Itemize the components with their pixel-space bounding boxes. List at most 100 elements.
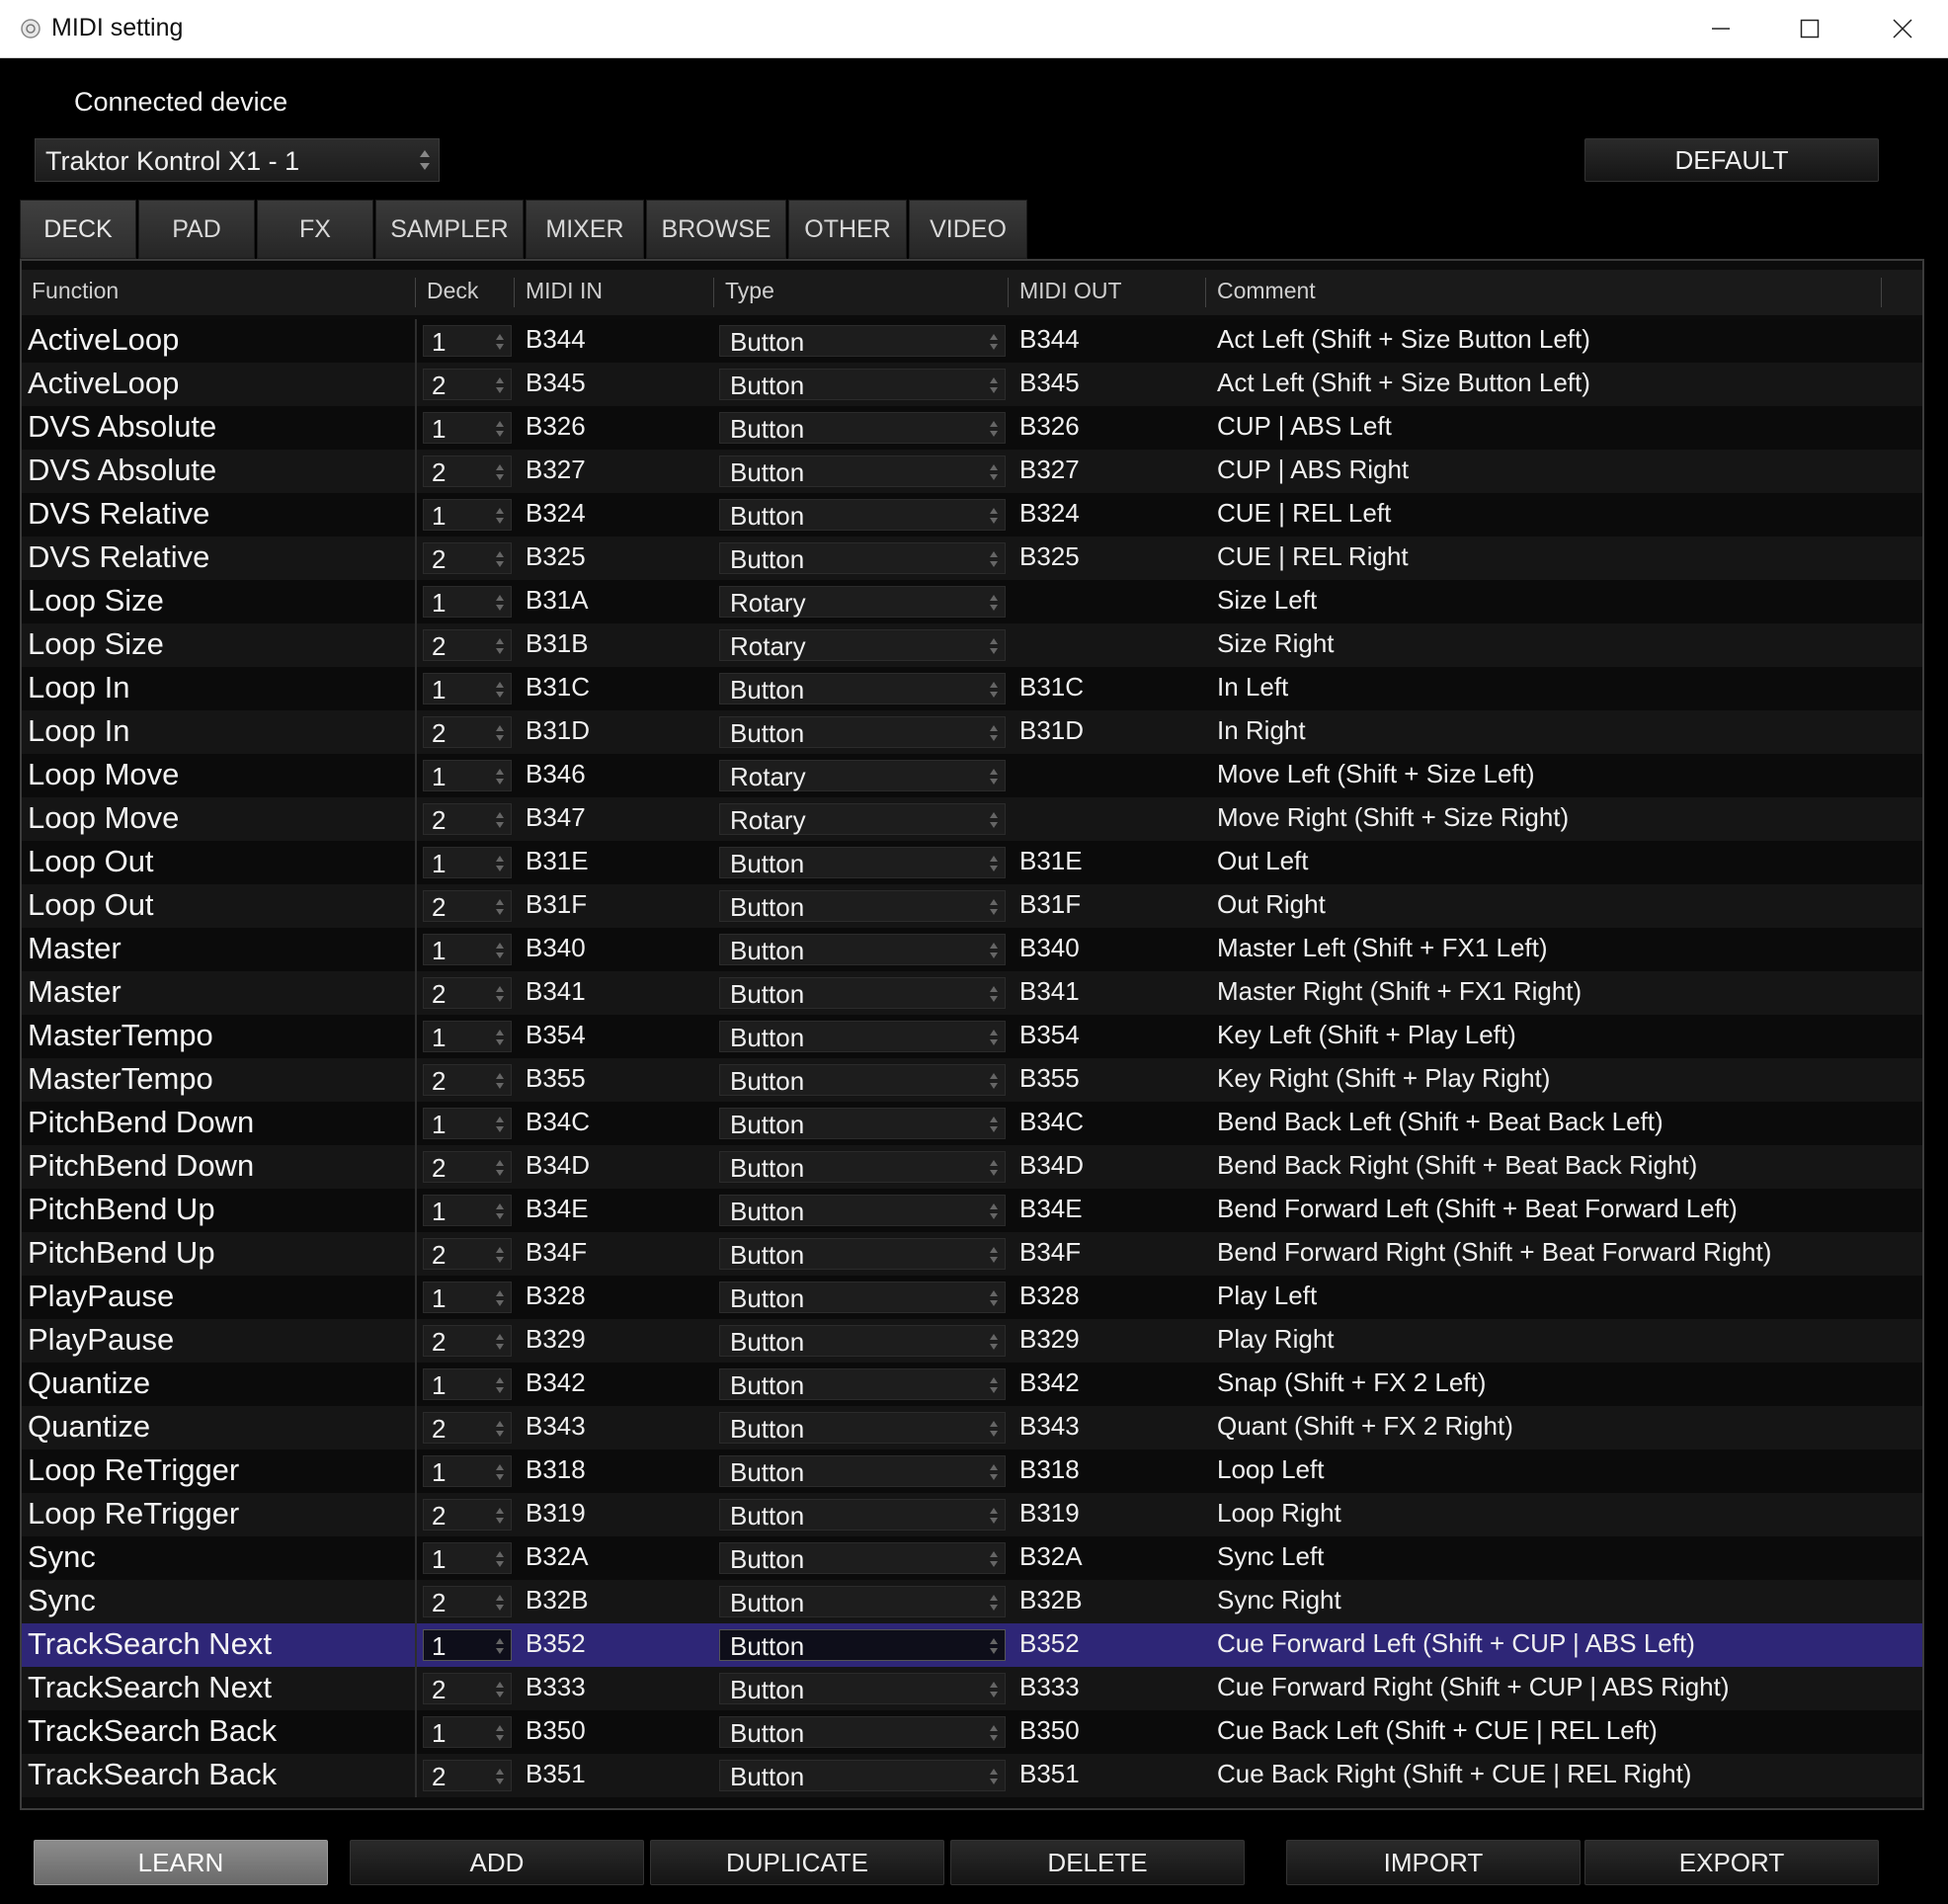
close-button[interactable] — [1857, 0, 1948, 57]
deck-spinbox[interactable]: 2 — [423, 803, 512, 835]
deck-spinbox[interactable]: 1 — [423, 847, 512, 878]
type-select[interactable]: Button — [719, 1195, 1006, 1226]
deck-spinbox[interactable]: 1 — [423, 1716, 512, 1748]
tab-deck[interactable]: DECK — [20, 200, 136, 259]
type-select[interactable]: Button — [719, 1108, 1006, 1139]
tab-sampler[interactable]: SAMPLER — [375, 200, 524, 259]
table-row[interactable]: DVS Absolute 1 B326 Button B326 CUP | ABS Lef… — [22, 406, 1922, 450]
type-select[interactable]: Button — [719, 1238, 1006, 1270]
delete-button[interactable]: DELETE — [950, 1840, 1245, 1885]
export-button[interactable]: EXPORT — [1584, 1840, 1879, 1885]
type-select[interactable]: Button — [719, 1499, 1006, 1531]
table-row[interactable]: Master 2 B341 Button B341 Master Right (Shift… — [22, 971, 1922, 1015]
deck-spinbox[interactable]: 1 — [423, 1282, 512, 1313]
deck-spinbox[interactable]: 1 — [423, 1629, 512, 1661]
table-row[interactable]: ActiveLoop 2 B345 Button B345 Act Left (Shift… — [22, 363, 1922, 406]
table-row[interactable]: Loop Size 2 B31B Rotary Size Right — [22, 623, 1922, 667]
type-select[interactable]: Button — [719, 1716, 1006, 1748]
deck-spinbox[interactable]: 2 — [423, 1238, 512, 1270]
deck-spinbox[interactable]: 2 — [423, 1412, 512, 1444]
deck-spinbox[interactable]: 2 — [423, 629, 512, 661]
table-row[interactable]: DVS Relative 1 B324 Button B324 CUE | REL Lef… — [22, 493, 1922, 537]
type-select[interactable]: Button — [719, 542, 1006, 574]
deck-spinbox[interactable]: 1 — [423, 412, 512, 444]
table-row[interactable]: PlayPause 1 B328 Button B328 Play Left — [22, 1276, 1922, 1319]
deck-spinbox[interactable]: 1 — [423, 586, 512, 618]
type-select[interactable]: Button — [719, 325, 1006, 357]
learn-button[interactable]: LEARN — [34, 1840, 328, 1885]
column-header-midi-out[interactable]: MIDI OUT — [1019, 278, 1122, 304]
deck-spinbox[interactable]: 2 — [423, 1499, 512, 1531]
table-row[interactable]: Loop Out 2 B31F Button B31F Out Right — [22, 884, 1922, 928]
type-select[interactable]: Rotary — [719, 803, 1006, 835]
deck-spinbox[interactable]: 1 — [423, 325, 512, 357]
table-row[interactable]: Sync 1 B32A Button B32A Sync Left — [22, 1536, 1922, 1580]
deck-spinbox[interactable]: 1 — [423, 760, 512, 791]
type-select[interactable]: Button — [719, 890, 1006, 922]
deck-spinbox[interactable]: 2 — [423, 455, 512, 487]
type-select[interactable]: Button — [719, 716, 1006, 748]
table-row[interactable]: PitchBend Down 1 B34C Button B34C Bend Back L… — [22, 1102, 1922, 1145]
table-row[interactable]: PitchBend Up 2 B34F Button B34F Bend Forward … — [22, 1232, 1922, 1276]
type-select[interactable]: Button — [719, 1021, 1006, 1052]
type-select[interactable]: Button — [719, 1455, 1006, 1487]
table-row[interactable]: ActiveLoop 1 B344 Button B344 Act Left (Shift… — [22, 319, 1922, 363]
deck-spinbox[interactable]: 1 — [423, 1195, 512, 1226]
deck-spinbox[interactable]: 1 — [423, 1108, 512, 1139]
table-row[interactable]: TrackSearch Next 2 B333 Button B333 Cue Forwa… — [22, 1667, 1922, 1710]
type-select[interactable]: Rotary — [719, 760, 1006, 791]
column-header-function[interactable]: Function — [32, 278, 119, 304]
table-row[interactable]: PitchBend Down 2 B34D Button B34D Bend Back R… — [22, 1145, 1922, 1189]
deck-spinbox[interactable]: 2 — [423, 1673, 512, 1704]
table-row[interactable]: Loop ReTrigger 2 B319 Button B319 Loop Right — [22, 1493, 1922, 1536]
deck-spinbox[interactable]: 2 — [423, 1151, 512, 1183]
table-row[interactable]: MasterTempo 2 B355 Button B355 Key Right (Shi… — [22, 1058, 1922, 1102]
type-select[interactable]: Button — [719, 412, 1006, 444]
deck-spinbox[interactable]: 2 — [423, 1586, 512, 1617]
type-select[interactable]: Button — [719, 977, 1006, 1009]
deck-spinbox[interactable]: 1 — [423, 934, 512, 965]
deck-spinbox[interactable]: 1 — [423, 673, 512, 704]
tab-pad[interactable]: PAD — [138, 200, 255, 259]
tab-browse[interactable]: BROWSE — [646, 200, 786, 259]
type-select[interactable]: Button — [719, 1151, 1006, 1183]
table-row[interactable]: Quantize 1 B342 Button B342 Snap (Shift + FX … — [22, 1363, 1922, 1406]
table-row[interactable]: DVS Relative 2 B325 Button B325 CUE | REL Rig… — [22, 537, 1922, 580]
table-row[interactable]: TrackSearch Back 2 B351 Button B351 Cue Back … — [22, 1754, 1922, 1797]
deck-spinbox[interactable]: 2 — [423, 890, 512, 922]
table-row[interactable]: Loop Out 1 B31E Button B31E Out Left — [22, 841, 1922, 884]
type-select[interactable]: Button — [719, 455, 1006, 487]
type-select[interactable]: Button — [719, 847, 1006, 878]
type-select[interactable]: Button — [719, 369, 1006, 400]
type-select[interactable]: Button — [719, 673, 1006, 704]
tab-mixer[interactable]: MIXER — [526, 200, 644, 259]
deck-spinbox[interactable]: 1 — [423, 499, 512, 531]
deck-spinbox[interactable]: 2 — [423, 1325, 512, 1357]
table-row[interactable]: Loop ReTrigger 1 B318 Button B318 Loop Left — [22, 1449, 1922, 1493]
import-button[interactable]: IMPORT — [1286, 1840, 1581, 1885]
tab-other[interactable]: OTHER — [788, 200, 907, 259]
type-select[interactable]: Button — [719, 1629, 1006, 1661]
minimize-button[interactable] — [1675, 0, 1766, 57]
column-header-comment[interactable]: Comment — [1217, 278, 1316, 304]
deck-spinbox[interactable]: 2 — [423, 1760, 512, 1791]
table-row[interactable]: Sync 2 B32B Button B32B Sync Right — [22, 1580, 1922, 1623]
table-row[interactable]: PlayPause 2 B329 Button B329 Play Right — [22, 1319, 1922, 1363]
deck-spinbox[interactable]: 1 — [423, 1455, 512, 1487]
type-select[interactable]: Button — [719, 1673, 1006, 1704]
table-row[interactable]: Loop Move 1 B346 Rotary Move Left (Shift + S… — [22, 754, 1922, 797]
default-button[interactable]: DEFAULT — [1584, 138, 1879, 182]
table-row[interactable]: Loop In 1 B31C Button B31C In Left — [22, 667, 1922, 710]
device-select[interactable]: Traktor Kontrol X1 - 1 — [35, 138, 440, 182]
add-button[interactable]: ADD — [350, 1840, 644, 1885]
type-select[interactable]: Button — [719, 1542, 1006, 1574]
type-select[interactable]: Button — [719, 1282, 1006, 1313]
deck-spinbox[interactable]: 1 — [423, 1368, 512, 1400]
column-header-midi-in[interactable]: MIDI IN — [526, 278, 603, 304]
type-select[interactable]: Button — [719, 934, 1006, 965]
deck-spinbox[interactable]: 2 — [423, 542, 512, 574]
table-row[interactable]: Master 1 B340 Button B340 Master Left (Shift … — [22, 928, 1922, 971]
duplicate-button[interactable]: DUPLICATE — [650, 1840, 944, 1885]
table-row[interactable]: Quantize 2 B343 Button B343 Quant (Shift + FX… — [22, 1406, 1922, 1449]
tab-fx[interactable]: FX — [257, 200, 373, 259]
